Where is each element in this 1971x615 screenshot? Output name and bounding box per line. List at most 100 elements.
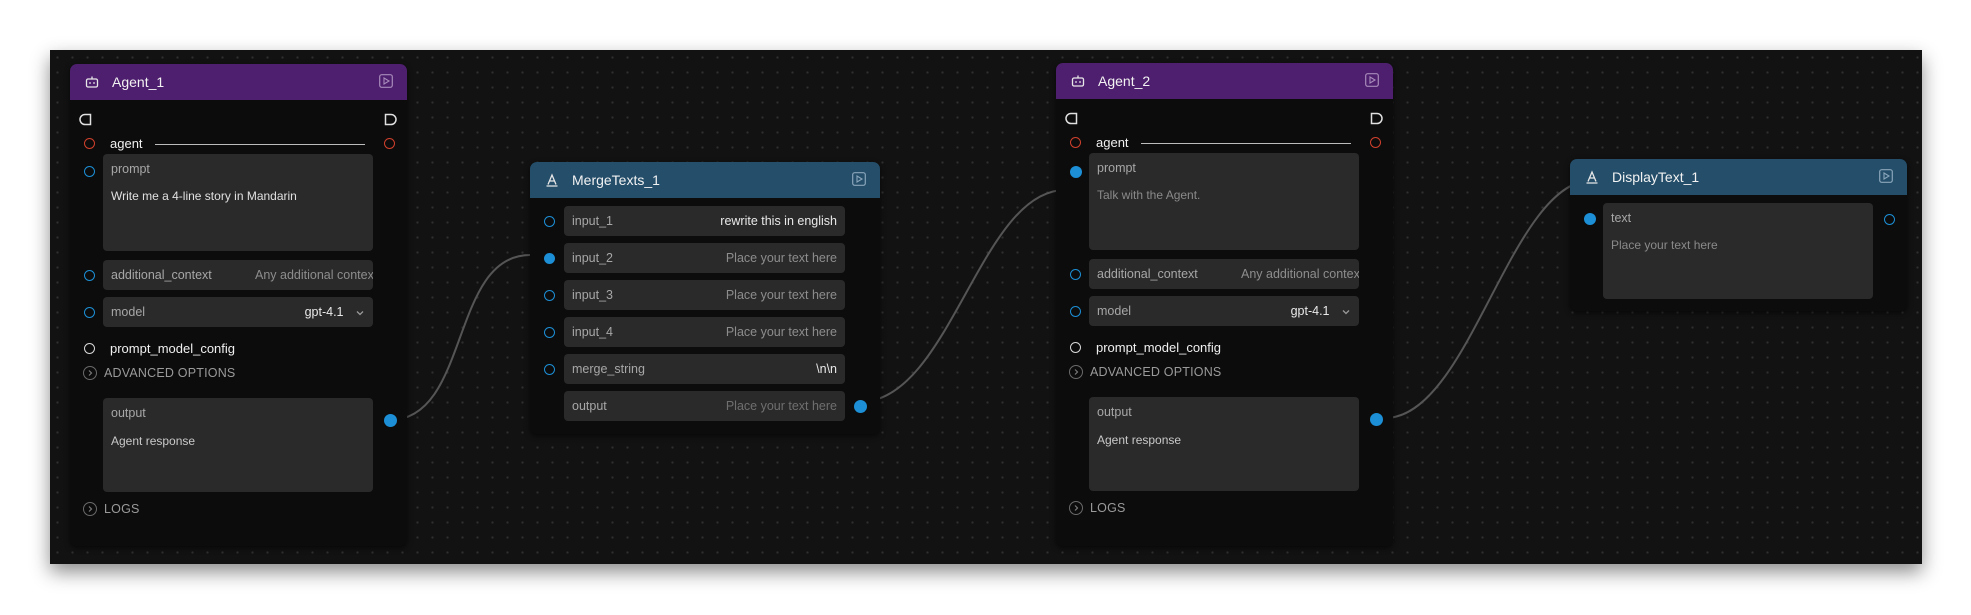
output-label: output — [1097, 405, 1132, 419]
prompt-model-config-handle[interactable] — [84, 343, 95, 354]
input-4-label: input_4 — [572, 325, 614, 339]
prompt-value[interactable]: Write me a 4-line story in Mandarin — [111, 189, 297, 203]
display-text-1-title: DisplayText_1 — [1612, 169, 1700, 185]
merge-output-field: output Place your text here — [564, 391, 845, 421]
prompt-label: prompt — [111, 162, 150, 176]
input-2-handle[interactable] — [544, 253, 555, 264]
model-value[interactable]: gpt-4.1 — [1291, 304, 1351, 318]
text-a-icon — [546, 173, 558, 187]
prompt-handle[interactable] — [1070, 166, 1082, 178]
flow-out-handle-icon[interactable] — [384, 113, 397, 126]
agent-label: agent — [1096, 135, 1129, 150]
additional-context-handle[interactable] — [84, 270, 95, 281]
chevron-right-circle-icon — [83, 502, 97, 516]
display-text-1-node[interactable]: DisplayText_1 text Place your text here — [1570, 159, 1907, 311]
model-select[interactable]: model gpt-4.1 — [103, 297, 373, 327]
merge-output-handle[interactable] — [854, 400, 867, 413]
model-value-text: gpt-4.1 — [304, 305, 344, 319]
chevron-right-circle-icon — [83, 366, 97, 380]
prompt-field[interactable]: prompt Talk with the Agent. — [1089, 153, 1359, 250]
flow-in-handle-icon[interactable] — [79, 113, 92, 126]
input-1-handle[interactable] — [544, 216, 555, 227]
model-value-text: gpt-4.1 — [1290, 304, 1330, 318]
input-1-label: input_1 — [572, 214, 614, 228]
output-handle[interactable] — [1370, 413, 1383, 426]
merge-string-value[interactable]: \n\n — [816, 362, 837, 376]
agent-2-header[interactable]: Agent_2 — [1056, 63, 1393, 99]
output-label: output — [111, 406, 146, 420]
logs-label: LOGS — [104, 502, 140, 516]
input-3-field[interactable]: input_3 Place your text here — [564, 280, 845, 310]
merge-texts-1-title: MergeTexts_1 — [572, 172, 660, 188]
model-select[interactable]: model gpt-4.1 — [1089, 296, 1359, 326]
advanced-options-toggle[interactable]: ADVANCED OPTIONS — [83, 366, 235, 380]
input-1-value[interactable]: rewrite this in english — [720, 214, 837, 228]
agent-output-handle[interactable] — [1370, 137, 1381, 148]
play-square-icon[interactable] — [852, 172, 866, 186]
additional-context-input[interactable]: Any additional context fo — [1241, 267, 1359, 281]
text-value[interactable]: Place your text here — [1611, 238, 1718, 252]
merge-output-label: output — [572, 399, 607, 413]
play-square-icon[interactable] — [1879, 169, 1893, 183]
additional-context-label: additional_context — [1097, 267, 1198, 281]
edge-agent2-output-to-displaytext[interactable] — [1384, 179, 1594, 419]
model-value[interactable]: gpt-4.1 — [305, 305, 365, 319]
play-square-icon[interactable] — [1365, 73, 1379, 87]
prompt-handle[interactable] — [84, 166, 95, 177]
input-3-value[interactable]: Place your text here — [726, 288, 837, 302]
agent-input-handle[interactable] — [84, 138, 95, 149]
flow-canvas[interactable]: Agent_1 agent prompt Write me a 4-line s… — [50, 50, 1922, 564]
play-square-icon[interactable] — [379, 74, 393, 88]
logs-toggle[interactable]: LOGS — [1069, 501, 1126, 515]
merge-string-field[interactable]: merge_string \n\n — [564, 354, 845, 384]
output-field[interactable]: output Agent response — [1089, 397, 1359, 491]
model-handle[interactable] — [84, 307, 95, 318]
edge-merge-output-to-agent2-prompt[interactable] — [859, 189, 1066, 403]
edge-agent1-output-to-merge-input2[interactable] — [389, 254, 531, 421]
input-3-handle[interactable] — [544, 290, 555, 301]
agent-1-node[interactable]: Agent_1 agent prompt Write me a 4-line s… — [70, 64, 407, 546]
flow-in-handle-icon[interactable] — [1065, 112, 1078, 125]
flow-out-handle-icon[interactable] — [1370, 112, 1383, 125]
prompt-label: prompt — [1097, 161, 1136, 175]
agent-2-node[interactable]: Agent_2 agent prompt Talk with the Agent… — [1056, 63, 1393, 546]
agent-divider — [1141, 143, 1351, 144]
prompt-value[interactable]: Talk with the Agent. — [1097, 188, 1200, 202]
merge-texts-1-node[interactable]: MergeTexts_1 input_1 rewrite this in eng… — [530, 162, 880, 434]
logs-toggle[interactable]: LOGS — [83, 502, 140, 516]
robot-icon — [85, 76, 99, 88]
additional-context-handle[interactable] — [1070, 269, 1081, 280]
output-value: Agent response — [1097, 433, 1182, 447]
input-4-handle[interactable] — [544, 327, 555, 338]
chevron-right-circle-icon — [1069, 501, 1083, 515]
input-4-value[interactable]: Place your text here — [726, 325, 837, 339]
prompt-model-config-label: prompt_model_config — [110, 341, 236, 356]
additional-context-field[interactable]: additional_context Any additional contex… — [103, 260, 373, 290]
merge-texts-1-header[interactable]: MergeTexts_1 — [530, 162, 880, 198]
merge-string-handle[interactable] — [544, 364, 555, 375]
text-output-handle[interactable] — [1884, 214, 1895, 225]
model-handle[interactable] — [1070, 306, 1081, 317]
prompt-field[interactable]: prompt Write me a 4-line story in Mandar… — [103, 154, 373, 251]
display-text-1-header[interactable]: DisplayText_1 — [1570, 159, 1907, 195]
agent-1-header[interactable]: Agent_1 — [70, 64, 407, 100]
output-handle[interactable] — [384, 414, 397, 427]
output-field[interactable]: output Agent response — [103, 398, 373, 492]
text-field[interactable]: text Place your text here — [1603, 203, 1873, 299]
agent-1-title: Agent_1 — [112, 74, 165, 90]
input-2-field[interactable]: input_2 Place your text here — [564, 243, 845, 273]
input-1-field[interactable]: input_1 rewrite this in english — [564, 206, 845, 236]
prompt-model-config-handle[interactable] — [1070, 342, 1081, 353]
agent-2-title: Agent_2 — [1098, 73, 1151, 89]
model-label: model — [1097, 304, 1132, 318]
additional-context-label: additional_context — [111, 268, 212, 282]
additional-context-field[interactable]: additional_context Any additional contex… — [1089, 259, 1359, 289]
logs-label: LOGS — [1090, 501, 1126, 515]
input-2-value[interactable]: Place your text here — [726, 251, 837, 265]
text-input-handle[interactable] — [1584, 213, 1596, 225]
input-4-field[interactable]: input_4 Place your text here — [564, 317, 845, 347]
additional-context-input[interactable]: Any additional context fo — [255, 268, 373, 282]
agent-input-handle[interactable] — [1070, 137, 1081, 148]
advanced-options-toggle[interactable]: ADVANCED OPTIONS — [1069, 365, 1221, 379]
agent-output-handle[interactable] — [384, 138, 395, 149]
